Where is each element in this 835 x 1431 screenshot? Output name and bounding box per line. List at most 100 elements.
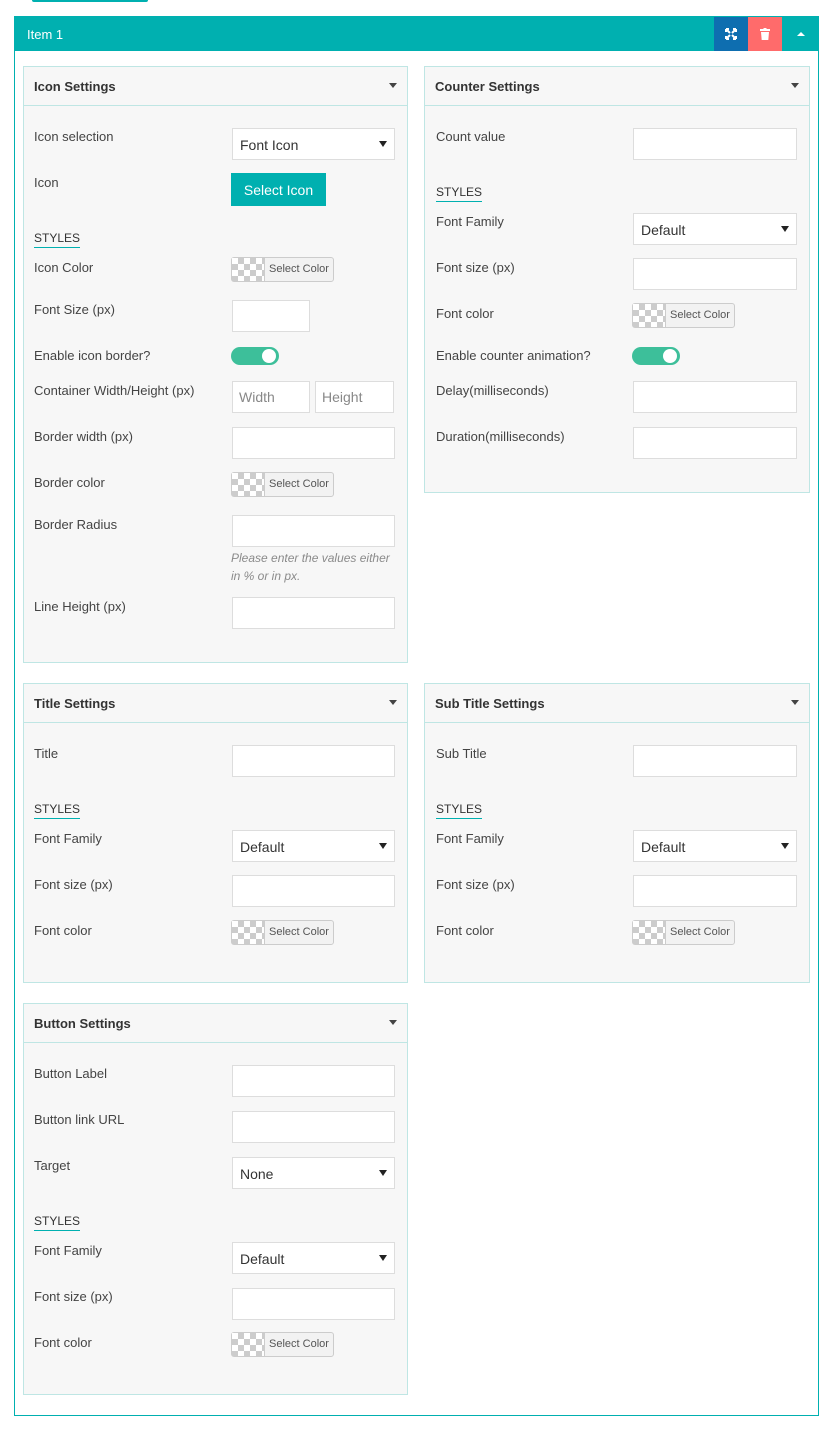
- subtitle-settings-panel: Sub Title Settings Sub Title STYLES Font…: [424, 683, 810, 983]
- styles-heading: STYLES: [436, 185, 483, 202]
- font-color-picker[interactable]: Select Color: [632, 920, 735, 945]
- delay-label: Delay(milliseconds): [436, 383, 549, 398]
- icon-settings-header[interactable]: Icon Settings: [24, 67, 407, 106]
- count-value-input[interactable]: [633, 128, 797, 160]
- title-settings-panel: Title Settings Title STYLES Font Family …: [23, 683, 408, 983]
- font-color-label: Font color: [34, 923, 92, 938]
- dropdown-arrow-icon: [379, 141, 387, 147]
- dropdown-arrow-icon: [379, 1255, 387, 1261]
- font-color-label: Font color: [34, 1335, 92, 1350]
- select-value: Default: [641, 222, 686, 238]
- counter-settings-header[interactable]: Counter Settings: [425, 67, 809, 106]
- border-color-label: Border color: [34, 475, 105, 490]
- subtitle-settings-header[interactable]: Sub Title Settings: [425, 684, 809, 723]
- font-family-label: Font Family: [436, 831, 504, 846]
- font-size-label: Font size (px): [34, 877, 113, 892]
- styles-heading: STYLES: [34, 231, 81, 248]
- panel-title: Icon Settings: [34, 79, 116, 94]
- line-height-label: Line Height (px): [34, 599, 126, 614]
- dropdown-arrow-icon: [379, 843, 387, 849]
- delay-input[interactable]: [633, 381, 797, 413]
- title-label: Title: [34, 746, 59, 761]
- border-radius-input[interactable]: [232, 515, 395, 547]
- trash-icon: [760, 28, 770, 40]
- subtitle-label: Sub Title: [436, 746, 487, 761]
- select-color-label: Select Color: [269, 478, 329, 490]
- expand-button[interactable]: [714, 17, 748, 51]
- border-radius-label: Border Radius: [34, 517, 118, 532]
- counter-settings-panel: Counter Settings Count value STYLES Font…: [424, 66, 810, 493]
- font-color-picker[interactable]: Select Color: [231, 1332, 334, 1357]
- width-input[interactable]: [232, 381, 310, 413]
- icon-settings-panel: Icon Settings Icon selection Font Icon I…: [23, 66, 408, 663]
- dropdown-arrow-icon: [781, 226, 789, 232]
- select-icon-button[interactable]: Select Icon: [231, 173, 326, 206]
- icon-color-picker[interactable]: Select Color: [231, 257, 334, 282]
- font-size-label: Font size (px): [436, 877, 515, 892]
- font-family-select[interactable]: Default: [633, 830, 797, 862]
- dropdown-arrow-icon: [781, 843, 789, 849]
- panel-title: Button Settings: [34, 1016, 131, 1031]
- item-header[interactable]: Item 1: [15, 17, 818, 51]
- icon-selection-select[interactable]: Font Icon: [232, 128, 395, 160]
- title-input[interactable]: [232, 745, 395, 777]
- select-color-label: Select Color: [269, 926, 329, 938]
- styles-heading: STYLES: [436, 802, 483, 819]
- line-height-input[interactable]: [232, 597, 395, 629]
- subtitle-input[interactable]: [633, 745, 797, 777]
- select-value: Default: [240, 1251, 285, 1267]
- font-family-select[interactable]: Default: [633, 213, 797, 245]
- font-color-picker[interactable]: Select Color: [632, 303, 735, 328]
- select-color-label: Select Color: [670, 926, 730, 938]
- dropdown-arrow-icon: [379, 1170, 387, 1176]
- button-settings-panel: Button Settings Button Label Button link…: [23, 1003, 408, 1395]
- top-tab-indicator: [32, 0, 148, 2]
- panel-title: Counter Settings: [435, 79, 540, 94]
- font-size-input[interactable]: [232, 875, 395, 907]
- font-family-select[interactable]: Default: [232, 1242, 395, 1274]
- panel-title: Sub Title Settings: [435, 696, 545, 711]
- counter-animation-label: Enable counter animation?: [436, 348, 591, 363]
- counter-animation-toggle[interactable]: [632, 347, 680, 365]
- font-family-label: Font Family: [34, 831, 102, 846]
- font-size-input[interactable]: [633, 258, 797, 290]
- select-color-label: Select Color: [269, 263, 329, 275]
- button-link-url-input[interactable]: [232, 1111, 395, 1143]
- button-label-input[interactable]: [232, 1065, 395, 1097]
- panel-title: Title Settings: [34, 696, 116, 711]
- border-width-label: Border width (px): [34, 429, 133, 444]
- count-value-label: Count value: [436, 129, 506, 144]
- title-settings-header[interactable]: Title Settings: [24, 684, 407, 723]
- target-select[interactable]: None: [232, 1157, 395, 1189]
- button-settings-header[interactable]: Button Settings: [24, 1004, 407, 1043]
- enable-border-label: Enable icon border?: [34, 348, 151, 363]
- enable-border-toggle[interactable]: [231, 347, 279, 365]
- font-family-select[interactable]: Default: [232, 830, 395, 862]
- caret-up-icon: [797, 32, 805, 36]
- font-color-label: Font color: [436, 306, 494, 321]
- caret-down-icon[interactable]: [791, 83, 799, 88]
- font-size-input[interactable]: [232, 300, 310, 332]
- border-radius-hint: Please enter the values either in % or i…: [231, 551, 390, 583]
- toggle-knob: [663, 349, 677, 363]
- select-color-label: Select Color: [670, 309, 730, 321]
- border-color-picker[interactable]: Select Color: [231, 472, 334, 497]
- font-size-input[interactable]: [633, 875, 797, 907]
- font-size-input[interactable]: [232, 1288, 395, 1320]
- caret-down-icon[interactable]: [389, 700, 397, 705]
- container-size-label: Container Width/Height (px): [34, 383, 195, 398]
- font-color-picker[interactable]: Select Color: [231, 920, 334, 945]
- caret-down-icon[interactable]: [791, 700, 799, 705]
- styles-heading: STYLES: [34, 802, 81, 819]
- collapse-button[interactable]: [784, 17, 818, 51]
- caret-down-icon[interactable]: [389, 83, 397, 88]
- select-color-label: Select Color: [269, 1338, 329, 1350]
- height-input[interactable]: [315, 381, 394, 413]
- caret-down-icon[interactable]: [389, 1020, 397, 1025]
- duration-input[interactable]: [633, 427, 797, 459]
- font-family-label: Font Family: [34, 1243, 102, 1258]
- select-value: Font Icon: [240, 137, 299, 153]
- border-width-input[interactable]: [232, 427, 395, 459]
- font-size-label: Font size (px): [436, 260, 515, 275]
- delete-button[interactable]: [748, 17, 782, 51]
